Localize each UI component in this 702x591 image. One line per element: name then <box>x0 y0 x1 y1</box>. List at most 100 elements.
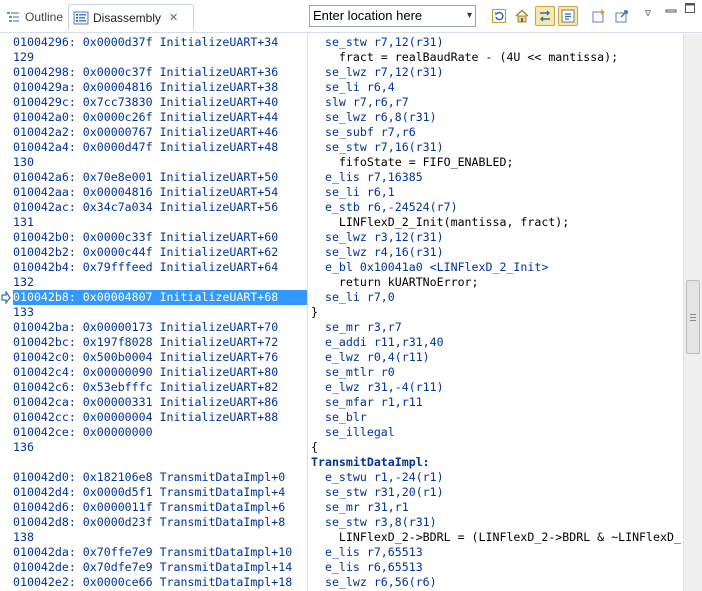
instruction-cell: se_mfar r1,r11 <box>311 395 423 409</box>
disassembly-row[interactable]: 01004298: 0x0000c37f InitializeUART+36 s… <box>0 65 683 80</box>
disassembly-row[interactable]: 131 LINFlexD_2_Init(mantissa, fract); <box>0 215 683 230</box>
instruction-cell: se_stw r7,16(r31) <box>311 140 444 154</box>
address-cell: 010042a6: 0x70e8e001 InitializeUART+50 <box>13 170 279 184</box>
disassembly-row[interactable]: 133} <box>0 305 683 320</box>
address-cell: 010042b2: 0x0000c44f InitializeUART+62 <box>13 245 279 259</box>
disassembly-row[interactable]: 010042b2: 0x0000c44f InitializeUART+62 s… <box>0 245 683 260</box>
tab-outline[interactable]: Outline <box>2 4 68 30</box>
address-cell: 010042b8: 0x00004807 InitializeUART+68 <box>13 290 279 304</box>
disassembly-row[interactable]: 010042d8: 0x0000d23f TransmitDataImpl+8 … <box>0 515 683 530</box>
disassembly-row[interactable]: 010042c0: 0x500b0004 InitializeUART+76 e… <box>0 350 683 365</box>
instruction-cell: se_stw r3,8(r31) <box>311 515 437 529</box>
address-cell: 010042d0: 0x182106e8 TransmitDataImpl+0 <box>13 470 286 484</box>
location-dropdown-icon[interactable]: ▾ <box>467 10 472 21</box>
refresh-icon[interactable] <box>489 6 509 26</box>
address-cell: 132 <box>13 275 34 289</box>
export-icon[interactable] <box>612 6 632 26</box>
address-cell: 010042aa: 0x00004816 InitializeUART+54 <box>13 185 279 199</box>
disassembly-row[interactable]: 010042de: 0x70dfe7e9 TransmitDataImpl+14… <box>0 560 683 575</box>
disassembly-row[interactable]: 010042c4: 0x00000090 InitializeUART+80 s… <box>0 365 683 380</box>
disassembly-row[interactable]: 010042a2: 0x00000767 InitializeUART+46 s… <box>0 125 683 140</box>
address-cell: 010042ac: 0x34c7a034 InitializeUART+56 <box>13 200 279 214</box>
address-cell: 010042ca: 0x00000331 InitializeUART+86 <box>13 395 279 409</box>
address-cell: 010042b0: 0x0000c33f InitializeUART+60 <box>13 230 279 244</box>
disassembly-row[interactable]: 010042a0: 0x0000c26f InitializeUART+44 s… <box>0 110 683 125</box>
minimize-icon[interactable] <box>665 2 677 17</box>
home-icon[interactable] <box>512 6 532 26</box>
open-new-view-icon[interactable] <box>589 6 609 26</box>
scrollbar-thumb[interactable] <box>686 280 700 354</box>
instruction-cell: se_blr <box>311 410 367 424</box>
disassembly-row[interactable]: 010042ce: 0x00000000 se_illegal <box>0 425 683 440</box>
vertical-scrollbar[interactable] <box>683 34 702 591</box>
disassembly-row[interactable]: 010042d4: 0x0000d5f1 TransmitDataImpl+4 … <box>0 485 683 500</box>
address-cell: 010042cc: 0x00000004 InitializeUART+88 <box>13 410 279 424</box>
source-line-cell: { <box>311 440 318 454</box>
link-with-editor-icon[interactable] <box>535 6 555 26</box>
disassembly-row[interactable]: 129 fract = realBaudRate - (4U << mantis… <box>0 50 683 65</box>
disassembly-icon <box>73 10 89 26</box>
instruction-cell: se_mr r3,r7 <box>311 320 402 334</box>
address-cell: 0100429c: 0x7cc73830 InitializeUART+40 <box>13 95 279 109</box>
address-cell: 010042d6: 0x0000011f TransmitDataImpl+6 <box>13 500 286 514</box>
disassembly-row[interactable]: 130 fifoState = FIFO_ENABLED; <box>0 155 683 170</box>
disassembly-row[interactable]: 010042b0: 0x0000c33f InitializeUART+60 s… <box>0 230 683 245</box>
instruction-cell: se_stw r7,12(r31) <box>311 35 444 49</box>
instruction-cell: se_mtlr r0 <box>311 365 395 379</box>
disassembly-row[interactable]: 01004296: 0x0000d37f InitializeUART+34 s… <box>0 35 683 50</box>
address-cell: 130 <box>13 155 34 169</box>
address-cell: 010042b4: 0x79fffeed InitializeUART+64 <box>13 260 279 274</box>
disassembly-row[interactable]: 010042bc: 0x197f8028 InitializeUART+72 e… <box>0 335 683 350</box>
program-counter-arrow-icon <box>1 291 11 304</box>
instruction-cell: se_illegal <box>311 425 395 439</box>
instruction-cell: slw r7,r6,r7 <box>311 95 409 109</box>
instruction-cell: se_mr r31,r1 <box>311 500 409 514</box>
disassembly-row[interactable]: 138 LINFlexD_2->BDRL = (LINFlexD_2->BDRL… <box>0 530 683 545</box>
maximize-icon[interactable] <box>684 2 696 17</box>
address-cell: 138 <box>13 530 34 544</box>
address-cell: 010042c4: 0x00000090 InitializeUART+80 <box>13 365 279 379</box>
address-cell: 010042bc: 0x197f8028 InitializeUART+72 <box>13 335 279 349</box>
disassembly-row[interactable]: 010042cc: 0x00000004 InitializeUART+88 s… <box>0 410 683 425</box>
instruction-cell: se_lwz r4,16(r31) <box>311 245 444 259</box>
disassembly-row[interactable]: 010042ca: 0x00000331 InitializeUART+86 s… <box>0 395 683 410</box>
disassembly-row[interactable]: 010042b4: 0x79fffeed InitializeUART+64 e… <box>0 260 683 275</box>
disassembly-row[interactable]: 0100429c: 0x7cc73830 InitializeUART+40 s… <box>0 95 683 110</box>
sync-icon[interactable] <box>558 6 578 26</box>
disassembly-row[interactable]: 010042aa: 0x00004816 InitializeUART+54 s… <box>0 185 683 200</box>
instruction-cell: se_lwz r3,12(r31) <box>311 230 444 244</box>
source-line-cell: return kUARTNoError; <box>311 275 479 289</box>
disassembly-row[interactable]: 010042a4: 0x0000d47f InitializeUART+48 s… <box>0 140 683 155</box>
disassembly-row[interactable]: TransmitDataImpl: <box>0 455 683 470</box>
disassembly-row[interactable]: 010042d0: 0x182106e8 TransmitDataImpl+0 … <box>0 470 683 485</box>
tab-disassembly[interactable]: Disassembly ✕ <box>68 4 194 30</box>
address-cell: 136 <box>13 440 34 454</box>
address-cell: 010042da: 0x70ffe7e9 TransmitDataImpl+10 <box>13 545 293 559</box>
address-cell: 010042a2: 0x00000767 InitializeUART+46 <box>13 125 279 139</box>
location-input[interactable]: Enter location here ▾ <box>309 5 476 27</box>
disassembly-row[interactable]: 010042d6: 0x0000011f TransmitDataImpl+6 … <box>0 500 683 515</box>
disassembly-row[interactable]: 010042a6: 0x70e8e001 InitializeUART+50 e… <box>0 170 683 185</box>
source-line-cell: LINFlexD_2->BDRL = (LINFlexD_2->BDRL & ~… <box>311 530 681 544</box>
disassembly-row[interactable]: 010042da: 0x70ffe7e9 TransmitDataImpl+10… <box>0 545 683 560</box>
view-menu-icon[interactable]: ▽ <box>645 8 651 19</box>
disassembly-row[interactable]: 010042ba: 0x00000173 InitializeUART+70 s… <box>0 320 683 335</box>
instruction-cell: e_lis r7,65513 <box>311 545 423 559</box>
disassembly-row[interactable]: 010042e2: 0x0000ce66 TransmitDataImpl+18… <box>0 575 683 590</box>
tab-outline-label: Outline <box>25 10 64 24</box>
address-cell: 010042a4: 0x0000d47f InitializeUART+48 <box>13 140 279 154</box>
disassembly-row[interactable]: 010042c6: 0x53ebfffc InitializeUART+82 e… <box>0 380 683 395</box>
address-cell: 131 <box>13 215 34 229</box>
disassembly-row[interactable]: 132 return kUARTNoError; <box>0 275 683 290</box>
address-cell: 010042d4: 0x0000d5f1 TransmitDataImpl+4 <box>13 485 286 499</box>
instruction-cell: se_lwz r7,12(r31) <box>311 65 444 79</box>
instruction-cell: e_addi r11,r31,40 <box>311 335 444 349</box>
address-cell: 0100429a: 0x00004816 InitializeUART+38 <box>13 80 279 94</box>
disassembly-row[interactable]: 0100429a: 0x00004816 InitializeUART+38 s… <box>0 80 683 95</box>
disassembly-row[interactable]: 010042ac: 0x34c7a034 InitializeUART+56 e… <box>0 200 683 215</box>
close-icon[interactable]: ✕ <box>169 11 178 24</box>
current-instruction-row[interactable]: 010042b8: 0x00004807 InitializeUART+68 s… <box>0 290 683 305</box>
disassembly-row[interactable]: 136 { <box>0 440 683 455</box>
instruction-cell: se_lwz r6,8(r31) <box>311 110 437 124</box>
address-cell: 010042ce: 0x00000000 <box>13 425 153 439</box>
